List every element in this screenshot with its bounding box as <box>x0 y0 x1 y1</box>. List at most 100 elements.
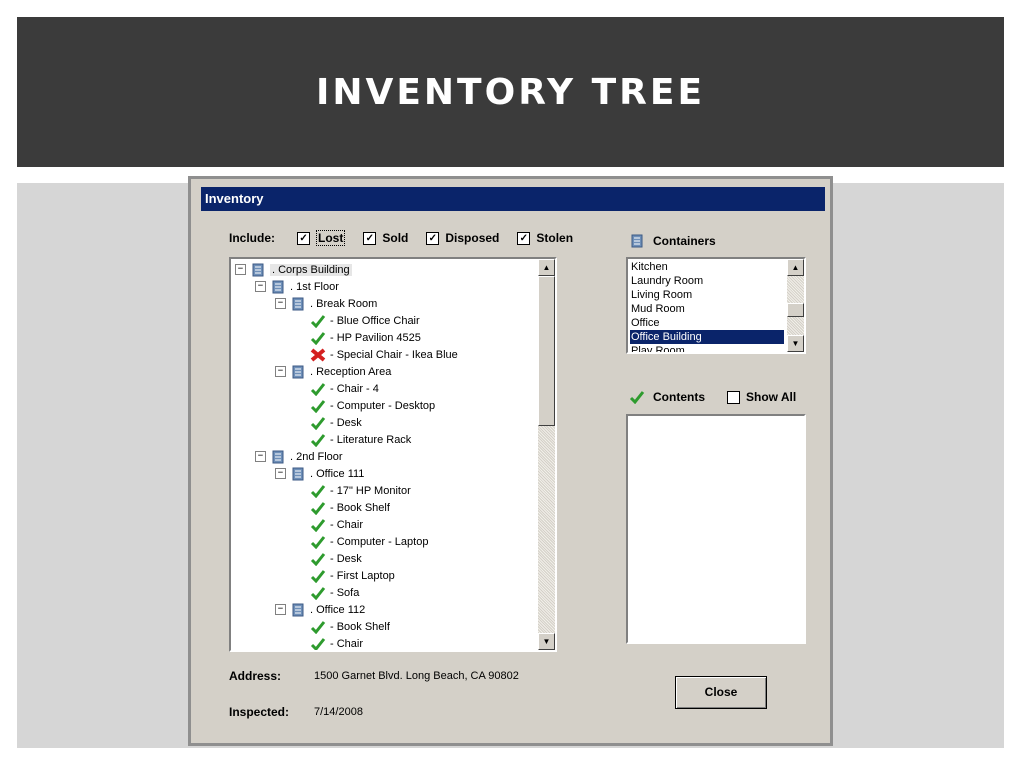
tree-expand-toggle[interactable]: − <box>275 604 286 615</box>
tree-node[interactable]: - Blue Office Chair <box>295 312 420 329</box>
tree-node-label: - Literature Rack <box>330 433 412 446</box>
close-button[interactable]: Close <box>675 676 767 709</box>
tree-node-label: . Corps Building <box>270 263 352 276</box>
tree-node[interactable]: − . Office 111 <box>275 465 364 482</box>
tree-node[interactable]: - HP Pavilion 4525 <box>295 329 421 346</box>
tree-node-label: . Office 112 <box>310 603 366 616</box>
disposed-checkbox[interactable]: ✓ Disposed <box>426 231 499 245</box>
stolen-checkbox-box[interactable]: ✓ <box>517 231 531 245</box>
tree-node[interactable]: - Desk <box>295 550 362 567</box>
sold-checkbox-label: Sold <box>382 231 409 245</box>
container-icon <box>272 450 284 463</box>
container-list-item[interactable]: Office <box>630 316 784 330</box>
lost-checkbox-label: Lost <box>316 230 346 246</box>
tree-node[interactable]: - First Laptop <box>295 567 395 584</box>
tree-node-label: - Chair <box>330 518 364 531</box>
sold-checkbox[interactable]: ✓ Sold <box>363 231 408 245</box>
tree-expand-toggle[interactable]: − <box>255 451 266 462</box>
check-icon <box>310 416 326 430</box>
lost-checkbox-box[interactable]: ✓ <box>297 231 311 245</box>
tree-node-label: - Sofa <box>330 586 360 599</box>
containers-scroll-down-button[interactable]: ▼ <box>787 335 804 352</box>
tree-node[interactable]: − . 1st Floor <box>255 278 339 295</box>
tree-content: −. Corps Building −. 1st Floor −. Break Ro… <box>231 259 537 650</box>
container-list-item[interactable]: Kitchen <box>630 260 784 274</box>
tree-node[interactable]: - Computer - Desktop <box>295 397 435 414</box>
containers-list[interactable]: Kitchen Laundry Room Living Room Mud Room Of… <box>626 257 806 354</box>
tree-node[interactable]: - Desk <box>295 414 362 431</box>
tree-expand-toggle[interactable]: − <box>275 468 286 479</box>
tree-expand-toggle[interactable]: − <box>235 264 246 275</box>
tree-node-label: - Book Shelf <box>330 620 390 633</box>
containers-scrollbar[interactable]: ▲ ▼ <box>787 259 804 352</box>
tree-node-label: - Chair - 4 <box>330 382 379 395</box>
tree-node[interactable]: - Computer - Laptop <box>295 533 428 550</box>
tree-node[interactable]: - Chair <box>295 516 363 533</box>
stolen-checkbox[interactable]: ✓ Stolen <box>517 231 573 245</box>
container-list-item[interactable]: Living Room <box>630 288 784 302</box>
tree-node[interactable]: - Literature Rack <box>295 431 411 448</box>
tree-node-label: - 17" HP Monitor <box>330 484 411 497</box>
tree-scrollbar[interactable]: ▲ ▼ <box>538 259 555 650</box>
tree-scroll-down-button[interactable]: ▼ <box>538 633 555 650</box>
tree-node[interactable]: - 17" HP Monitor <box>295 482 411 499</box>
check-icon <box>310 518 326 532</box>
sold-checkbox-box[interactable]: ✓ <box>363 231 377 245</box>
tree-node[interactable]: - Chair - 4 <box>295 380 379 397</box>
container-list-item[interactable]: Mud Room <box>630 302 784 316</box>
containers-scroll-thumb[interactable] <box>787 303 804 317</box>
check-icon <box>310 399 326 413</box>
containers-scroll-up-button[interactable]: ▲ <box>787 259 804 276</box>
tree-node-label: - Blue Office Chair <box>330 314 420 327</box>
tree-node[interactable]: - Chair <box>295 635 363 650</box>
tree-node[interactable]: - Book Shelf <box>295 499 390 516</box>
container-list-item[interactable]: Office Building <box>630 330 784 344</box>
tree-node[interactable]: - Special Chair - Ikea Blue <box>295 346 458 363</box>
tree-node-label: - Book Shelf <box>330 501 390 514</box>
tree-scroll-thumb[interactable] <box>538 276 555 426</box>
check-icon <box>310 484 326 498</box>
tree-node[interactable]: − . Break Room <box>275 295 377 312</box>
tree-node[interactable]: − . Corps Building <box>235 261 352 278</box>
show-all-checkbox[interactable]: Show All <box>727 390 796 404</box>
container-list-item[interactable]: Play Room <box>630 344 784 352</box>
dialog-titlebar[interactable]: Inventory <box>201 187 825 211</box>
disposed-checkbox-label: Disposed <box>445 231 500 245</box>
lost-checkbox[interactable]: ✓ Lost <box>297 230 346 246</box>
tree-node-label: - First Laptop <box>330 569 395 582</box>
check-icon <box>310 637 326 650</box>
disposed-checkbox-box[interactable]: ✓ <box>426 231 440 245</box>
tree-node[interactable]: − . 2nd Floor <box>255 448 343 465</box>
check-icon <box>629 391 645 404</box>
container-icon <box>272 280 284 293</box>
tree-node-label: - Computer - Laptop <box>330 535 429 548</box>
check-icon <box>310 535 326 549</box>
tree-node-label: . Break Room <box>310 297 378 310</box>
check-icon <box>310 331 326 345</box>
inspected-value: 7/14/2008 <box>314 706 363 718</box>
lost-x-icon <box>310 347 326 362</box>
tree-expand-toggle[interactable]: − <box>275 298 286 309</box>
show-all-checkbox-box[interactable] <box>727 390 740 404</box>
slide-title: INVENTORY TREE <box>315 71 706 113</box>
tree-node-label: - HP Pavilion 4525 <box>330 331 421 344</box>
tree-node[interactable]: - Sofa <box>295 584 359 601</box>
tree-scroll-up-button[interactable]: ▲ <box>538 259 555 276</box>
tree-expand-toggle[interactable]: − <box>275 366 286 377</box>
tree-node[interactable]: - Book Shelf <box>295 618 390 635</box>
contents-list[interactable] <box>626 414 806 644</box>
tree-node[interactable]: − . Office 112 <box>275 601 365 618</box>
tree-node-label: - Chair <box>330 637 364 650</box>
check-icon <box>310 569 326 583</box>
tree-expand-toggle[interactable]: − <box>255 281 266 292</box>
container-list-item[interactable]: Laundry Room <box>630 274 784 288</box>
address-value: 1500 Garnet Blvd. Long Beach, CA 90802 <box>314 670 519 682</box>
containers-header: Containers <box>629 234 716 248</box>
container-icon <box>292 297 304 310</box>
container-icon <box>292 467 304 480</box>
tree-node[interactable]: − . Reception Area <box>275 363 391 380</box>
inventory-tree[interactable]: −. Corps Building −. 1st Floor −. Break Ro… <box>229 257 557 652</box>
tree-node-label: - Special Chair - Ikea Blue <box>330 348 458 361</box>
address-label: Address: <box>229 669 282 683</box>
tree-node-label: . 2nd Floor <box>290 450 343 463</box>
